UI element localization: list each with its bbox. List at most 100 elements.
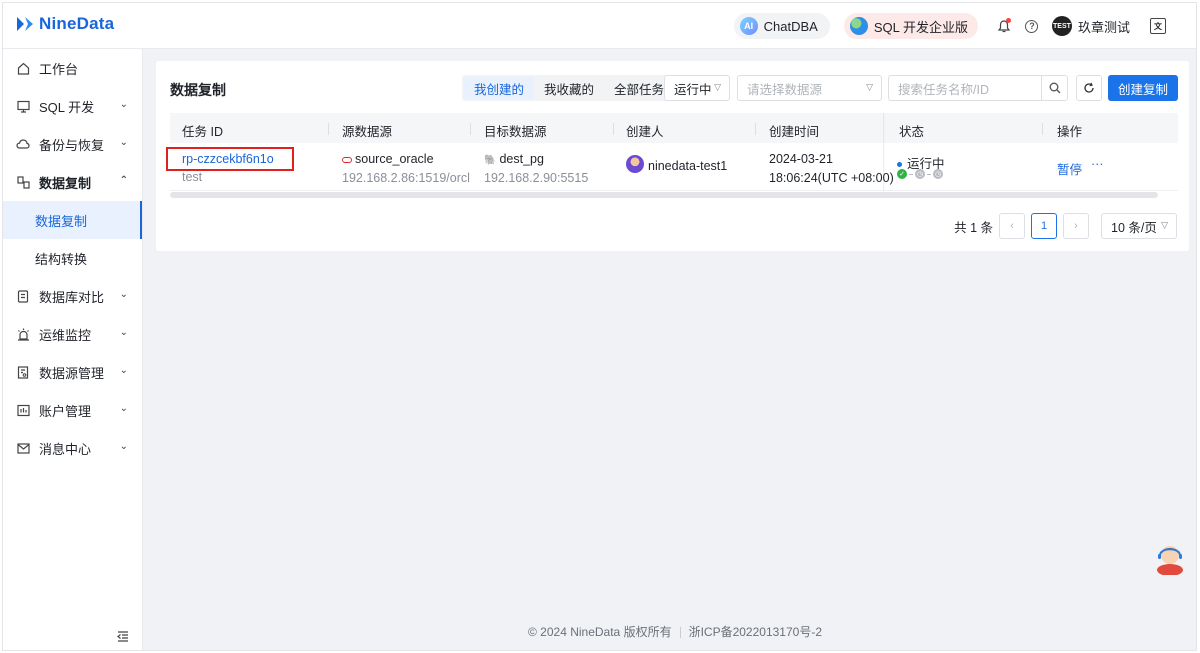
footer: © 2024 NineData 版权所有 浙ICP备2022013170号-2 bbox=[528, 623, 822, 640]
mail-icon bbox=[16, 441, 30, 455]
customer-support-icon[interactable] bbox=[1153, 539, 1187, 575]
chevron-down-icon: ▽ bbox=[866, 82, 873, 92]
notification-button[interactable] bbox=[990, 12, 1018, 40]
column-divider bbox=[470, 123, 471, 135]
footer-copyright: © 2024 NineData 版权所有 bbox=[528, 625, 672, 639]
horizontal-scrollbar[interactable] bbox=[170, 192, 1158, 198]
target-name: dest_pg bbox=[499, 152, 544, 166]
next-page-button[interactable]: › bbox=[1063, 213, 1089, 239]
created-time: 18:06:24(UTC +08:00) bbox=[769, 171, 894, 185]
creator-name: ninedata-test1 bbox=[648, 159, 728, 173]
sidebar-item-datasource[interactable]: 数据源管理 ⌄ bbox=[3, 353, 142, 391]
sidebar-item-replication[interactable]: 数据复制 ⌃ bbox=[3, 163, 142, 201]
create-replication-button[interactable]: 创建复制 bbox=[1108, 75, 1178, 101]
sidebar-subitem-replication[interactable]: 数据复制 bbox=[3, 201, 142, 239]
target-address: 192.168.2.90:5515 bbox=[484, 171, 589, 185]
footer-icp[interactable]: 浙ICP备2022013170号-2 bbox=[689, 625, 822, 639]
column-header-source: 源数据源 bbox=[342, 125, 393, 139]
status-dot-icon bbox=[897, 162, 902, 168]
status-filter-select[interactable]: 运行中 ▽ bbox=[664, 75, 730, 101]
sidebar-item-label: 数据源管理 bbox=[39, 365, 105, 381]
task-id-highlight-box bbox=[166, 147, 294, 171]
datasource-icon bbox=[16, 365, 30, 379]
search-icon bbox=[1049, 82, 1060, 94]
pause-button[interactable]: 暂停 bbox=[1057, 159, 1082, 178]
sidebar-item-sql-dev[interactable]: SQL 开发 ⌄ bbox=[3, 87, 142, 125]
search-button[interactable] bbox=[1041, 76, 1067, 100]
pagination-total: 共 1 条 bbox=[954, 220, 993, 235]
sidebar-subitem-schema-convert[interactable]: 结构转换 bbox=[3, 239, 142, 277]
column-divider bbox=[613, 123, 614, 135]
sidebar-item-db-compare[interactable]: 数据库对比 ⌄ bbox=[3, 277, 142, 315]
source-address: 192.168.2.86:1519/orcl bbox=[342, 171, 470, 185]
clock-icon: ◷ bbox=[933, 169, 943, 179]
datasource-select[interactable]: 请选择数据源 ▽ bbox=[737, 75, 882, 101]
collapse-sidebar-icon[interactable] bbox=[117, 631, 129, 645]
tab-my-created[interactable]: 我创建的 bbox=[464, 77, 535, 99]
tab-my-favorites[interactable]: 我收藏的 bbox=[534, 77, 604, 99]
replication-card: 数据复制 我创建的 我收藏的 全部任务 运行中 ▽ 请选择数据源 ▽ 搜索任务名… bbox=[156, 61, 1189, 251]
clock-icon: ◷ bbox=[915, 169, 925, 179]
chevron-down-icon: ⌄ bbox=[119, 289, 128, 300]
chevron-down-icon: ▽ bbox=[1161, 220, 1168, 230]
alarm-icon bbox=[16, 327, 30, 341]
user-name[interactable]: 玖章测试 bbox=[1078, 17, 1130, 36]
more-actions-button[interactable]: ··· bbox=[1091, 157, 1104, 171]
page-size-value: 10 条/页 bbox=[1111, 220, 1157, 235]
top-header: NineData AI ChatDBA SQL 开发企业版 ? TEST 玖章测 bbox=[3, 3, 1196, 49]
target-datasource[interactable]: 🐘 dest_pg bbox=[484, 152, 544, 166]
page-number-button[interactable]: 1 bbox=[1031, 213, 1057, 239]
datasource-placeholder: 请选择数据源 bbox=[747, 82, 823, 97]
replicate-icon bbox=[16, 175, 30, 189]
logo[interactable]: NineData bbox=[15, 14, 114, 34]
chevron-right-icon: › bbox=[1074, 220, 1078, 232]
source-datasource[interactable]: source_oracle bbox=[342, 152, 434, 166]
sidebar-item-messages[interactable]: 消息中心 ⌄ bbox=[3, 429, 142, 467]
column-header-created-time: 创建时间 bbox=[769, 125, 820, 139]
replication-table: 任务 ID 源数据源 目标数据源 创建人 创建时间 状态 操作 rp-czzce… bbox=[166, 113, 1178, 198]
source-name: source_oracle bbox=[355, 152, 434, 166]
chevron-left-icon: ‹ bbox=[1010, 220, 1014, 232]
task-scope-tabs: 我创建的 我收藏的 全部任务 bbox=[462, 75, 677, 101]
fixed-column-shadow bbox=[883, 113, 885, 191]
table-header: 任务 ID 源数据源 目标数据源 创建人 创建时间 状态 操作 bbox=[170, 113, 1178, 143]
language-icon[interactable]: 文 bbox=[1150, 18, 1166, 34]
footer-divider bbox=[679, 627, 681, 639]
avatar[interactable]: TEST bbox=[1051, 16, 1072, 36]
chatdba-label: ChatDBA bbox=[763, 18, 818, 34]
sidebar-item-ops-monitor[interactable]: 运维监控 ⌄ bbox=[3, 315, 142, 353]
chevron-down-icon: ▽ bbox=[714, 82, 721, 92]
postgresql-icon: 🐘 bbox=[484, 155, 497, 166]
help-button[interactable]: ? bbox=[1018, 12, 1046, 40]
app-window: NineData AI ChatDBA SQL 开发企业版 ? TEST 玖章测 bbox=[2, 2, 1197, 651]
refresh-button[interactable] bbox=[1076, 75, 1102, 101]
sidebar: 工作台 SQL 开发 ⌄ 备份与恢复 ⌄ 数据复制 ⌃ 数据复制 结构转换 数据… bbox=[3, 49, 143, 650]
cloud-icon bbox=[16, 137, 30, 151]
sidebar-item-label: 数据库对比 bbox=[39, 289, 105, 305]
column-header-status: 状态 bbox=[899, 125, 925, 139]
oracle-icon bbox=[342, 156, 352, 163]
sidebar-item-label: 备份与恢复 bbox=[39, 137, 105, 153]
bell-icon bbox=[997, 19, 1010, 32]
column-header-task-id: 任务 ID bbox=[182, 125, 223, 139]
sidebar-subitem-label: 数据复制 bbox=[35, 213, 88, 229]
page-size-select[interactable]: 10 条/页 ▽ bbox=[1101, 213, 1177, 239]
sql-edition-button[interactable]: SQL 开发企业版 bbox=[843, 13, 978, 39]
column-divider bbox=[328, 123, 329, 135]
sidebar-item-workbench[interactable]: 工作台 bbox=[3, 49, 142, 87]
compare-icon bbox=[16, 289, 30, 303]
prev-page-button[interactable]: ‹ bbox=[999, 213, 1025, 239]
check-circle-icon: ✓ bbox=[897, 169, 907, 179]
help-icon: ? bbox=[1025, 19, 1039, 33]
search-input[interactable]: 搜索任务名称/ID bbox=[888, 75, 1068, 101]
task-name: test bbox=[182, 170, 203, 184]
ninedata-logo-icon bbox=[17, 17, 33, 31]
account-icon bbox=[16, 403, 30, 417]
creator-avatar bbox=[626, 155, 644, 173]
page-title: 数据复制 bbox=[170, 82, 226, 98]
chevron-up-icon: ⌃ bbox=[119, 175, 128, 186]
chatdba-button[interactable]: AI ChatDBA bbox=[733, 13, 830, 39]
sidebar-item-backup[interactable]: 备份与恢复 ⌄ bbox=[3, 125, 142, 163]
task-stage-progress[interactable]: ✓ ◷ ◷ bbox=[897, 169, 943, 179]
sidebar-item-account[interactable]: 账户管理 ⌄ bbox=[3, 391, 142, 429]
